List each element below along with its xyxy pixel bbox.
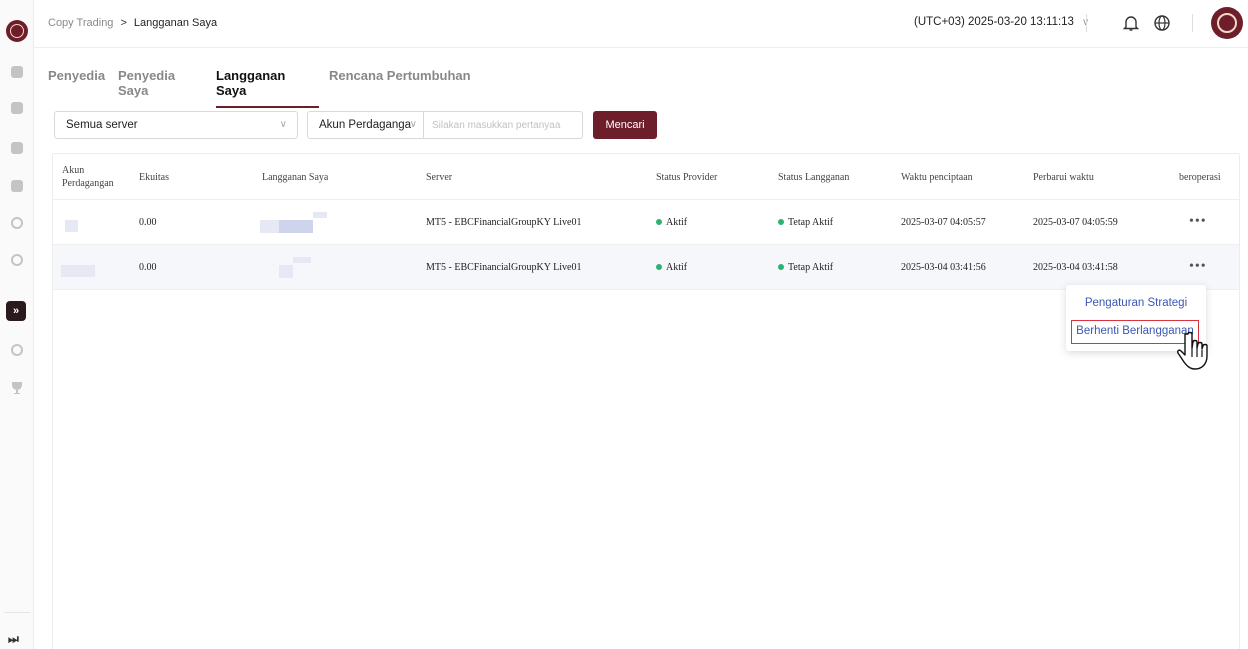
hand-pointer-icon (1177, 331, 1208, 370)
status-badge: Tetap Aktif (788, 216, 834, 228)
globe-icon[interactable] (1151, 12, 1173, 34)
tab-penyedia-saya[interactable]: Penyedia Saya (118, 68, 206, 108)
header-divider (1192, 14, 1193, 32)
copy-trading-icon[interactable]: » (6, 301, 26, 321)
status-dot-icon (656, 219, 662, 225)
top-header: Copy Trading > Langganan Saya (UTC+03) 2… (34, 0, 1248, 48)
trophy-icon[interactable] (9, 380, 25, 396)
datetime-label: 2025-03-20 13:11:13 (968, 16, 1074, 28)
menu-item-strategy-settings[interactable]: Pengaturan Strategi (1066, 291, 1206, 315)
breadcrumb-separator-icon: > (120, 17, 127, 29)
redacted-account (79, 265, 95, 277)
cell-created: 2025-03-07 04:05:57 (901, 216, 986, 228)
search-input[interactable] (432, 117, 572, 133)
col-operate: beroperasi (1179, 171, 1221, 183)
cell-equity: 0.00 (139, 261, 157, 273)
col-account-line1: Akun (62, 165, 85, 176)
server-select-value: Semua server (66, 119, 138, 131)
cell-subscription-status: Tetap Aktif (778, 200, 833, 244)
redacted-subscription (279, 265, 293, 278)
table-row: 0.00 MT5 - EBCFinancialGroupKY Live01 Ak… (53, 245, 1239, 290)
timezone-label: (UTC+03) (914, 16, 965, 28)
bell-icon[interactable] (1120, 12, 1142, 34)
cell-server: MT5 - EBCFinancialGroupKY Live01 (426, 216, 582, 228)
subscriptions-table: Akun Perdagangan Ekuitas Langganan Saya … (52, 153, 1240, 649)
timezone-selector[interactable]: (UTC+03) 2025-03-20 13:11:13 ∨ (914, 16, 1089, 28)
cell-created: 2025-03-04 03:41:56 (901, 261, 986, 273)
col-created: Waktu penciptaan (901, 171, 973, 183)
col-server: Server (426, 171, 453, 183)
account-type-value: Akun Perdaganga (319, 119, 412, 131)
col-account-line2: Perdagangan (62, 178, 114, 189)
chevron-down-icon: ∨ (279, 119, 287, 130)
account-icon[interactable] (9, 342, 25, 358)
cell-provider-status: Aktif (656, 200, 687, 244)
redacted-subscription (293, 257, 311, 263)
status-badge: Aktif (666, 261, 688, 273)
col-account: Akun Perdagangan (62, 154, 114, 200)
col-subscription-status: Status Langganan (778, 171, 850, 183)
tab-rencana-pertumbuhan[interactable]: Rencana Pertumbuhan (329, 68, 471, 108)
app-root: » ⏭ Copy Trading > Langganan Saya (UTC+0… (0, 0, 1248, 649)
account-search-combo: Akun Perdaganga ∨ (307, 111, 583, 139)
server-select[interactable]: Semua server ∨ (54, 111, 298, 139)
col-provider-status: Status Provider (656, 171, 718, 183)
documents-icon[interactable] (9, 100, 25, 116)
breadcrumb-root[interactable]: Copy Trading (48, 17, 113, 29)
more-actions-icon[interactable]: ••• (1189, 245, 1207, 289)
col-updated: Perbarui waktu (1033, 171, 1094, 183)
redacted-subscription (279, 220, 313, 233)
user-icon[interactable] (9, 215, 25, 231)
redacted-subscription (313, 212, 327, 218)
status-badge: Aktif (666, 216, 688, 228)
redacted-account (65, 220, 78, 232)
breadcrumb: Copy Trading > Langganan Saya (48, 17, 217, 29)
cell-equity: 0.00 (139, 216, 157, 228)
cube-icon[interactable] (9, 178, 25, 194)
status-dot-icon (656, 264, 662, 270)
col-equity: Ekuitas (139, 171, 169, 183)
tab-bar: Penyedia Penyedia Saya Langganan Saya Re… (48, 68, 481, 108)
chevron-down-icon: ∨ (409, 119, 417, 130)
cell-subscription-status: Tetap Aktif (778, 245, 833, 289)
cell-updated: 2025-03-04 03:41:58 (1033, 261, 1118, 273)
brand-logo-icon[interactable] (6, 20, 28, 42)
chart-icon[interactable] (9, 140, 25, 156)
search-button[interactable]: Mencari (593, 111, 657, 139)
status-badge: Tetap Aktif (788, 261, 834, 273)
sidebar-rail: » ⏭ (0, 0, 34, 649)
rail-divider (4, 612, 30, 613)
status-dot-icon (778, 264, 784, 270)
cell-server: MT5 - EBCFinancialGroupKY Live01 (426, 261, 582, 273)
tab-langganan-saya[interactable]: Langganan Saya (216, 68, 319, 108)
table-header: Akun Perdagangan Ekuitas Langganan Saya … (53, 154, 1239, 200)
col-subscription: Langganan Saya (262, 171, 329, 183)
table-row: 0.00 MT5 - EBCFinancialGroupKY Live01 Ak… (53, 200, 1239, 245)
cell-provider-status: Aktif (656, 245, 687, 289)
cell-updated: 2025-03-07 04:05:59 (1033, 216, 1118, 228)
tab-penyedia[interactable]: Penyedia (48, 68, 108, 108)
status-dot-icon (778, 219, 784, 225)
more-actions-icon[interactable]: ••• (1189, 200, 1207, 244)
account-type-select[interactable]: Akun Perdaganga ∨ (308, 112, 424, 138)
avatar[interactable] (1211, 7, 1243, 39)
expand-sidebar-icon[interactable]: ⏭ (8, 632, 19, 647)
breadcrumb-current: Langganan Saya (133, 17, 218, 29)
home-icon[interactable] (9, 64, 25, 80)
header-divider (1086, 14, 1087, 32)
help-icon[interactable] (9, 252, 25, 268)
